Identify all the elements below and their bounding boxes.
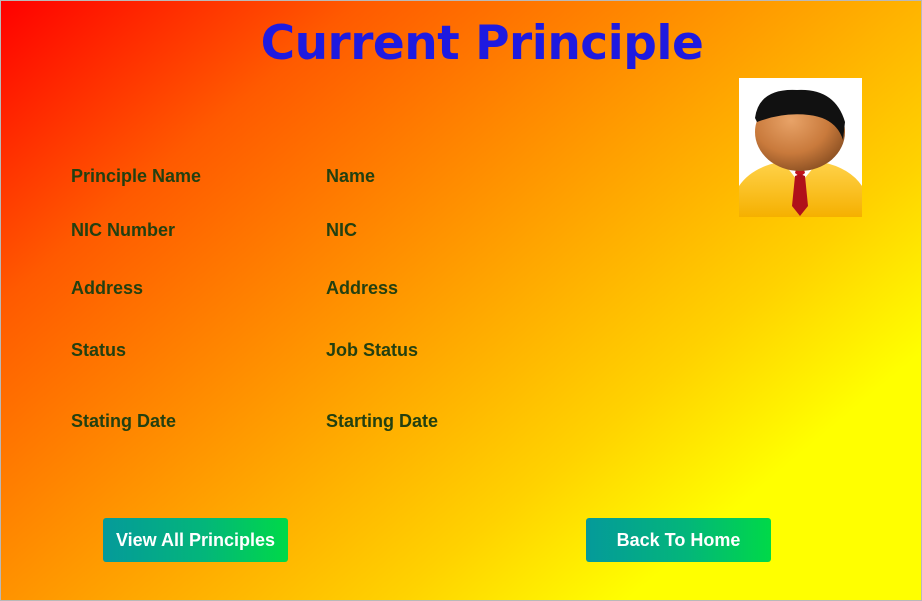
principle-name-label: Principle Name <box>71 166 202 186</box>
field-row-starting-date: Stating Date Starting Date <box>1 410 701 432</box>
person-avatar-icon <box>739 89 862 217</box>
field-row-principle-name: Principle Name Name <box>1 165 701 187</box>
principle-window: Current Principle Principle Name Name NI… <box>0 0 922 601</box>
page-title: Current Principle <box>260 16 704 71</box>
nic-number-value: NIC <box>326 220 357 240</box>
back-to-home-button[interactable]: Back To Home <box>586 518 771 562</box>
principle-avatar-image <box>739 78 862 217</box>
field-row-nic-number: NIC Number NIC <box>1 219 701 241</box>
status-value: Job Status <box>326 340 419 360</box>
view-all-principles-button[interactable]: View All Principles <box>103 518 288 562</box>
nic-number-label: NIC Number <box>71 220 176 240</box>
starting-date-label: Stating Date <box>71 411 177 431</box>
principle-name-value: Name <box>326 166 376 186</box>
address-label: Address <box>71 278 144 298</box>
address-value: Address <box>326 278 399 298</box>
field-row-address: Address Address <box>1 277 701 299</box>
starting-date-value: Starting Date <box>326 411 439 431</box>
field-row-status: Status Job Status <box>1 339 701 361</box>
status-label: Status <box>71 340 127 360</box>
